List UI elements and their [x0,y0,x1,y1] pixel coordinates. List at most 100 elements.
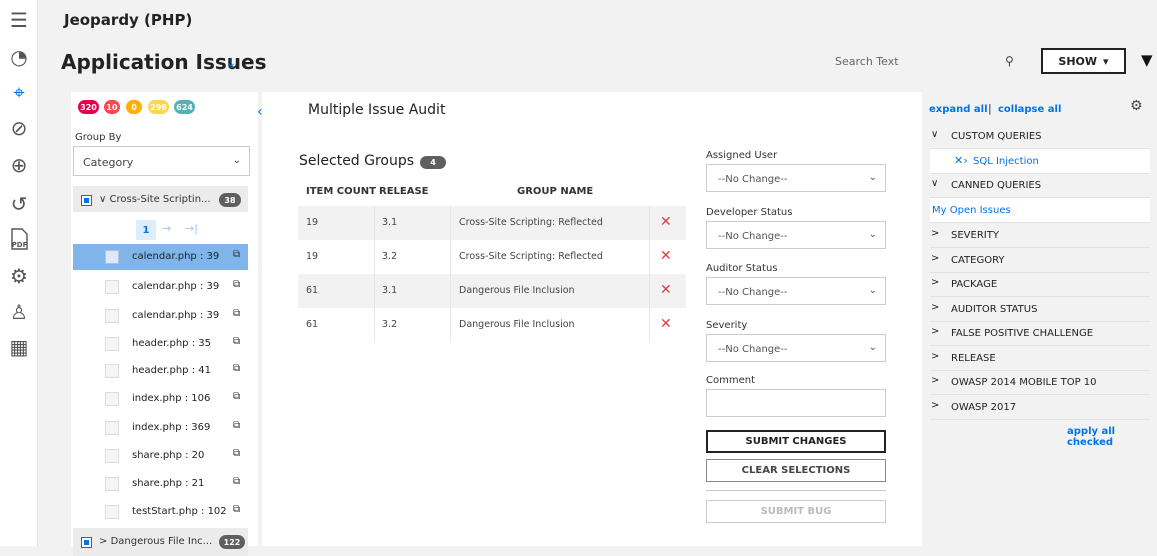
clear-selections-button[interactable]: CLEAR SELECTIONS [706,459,886,482]
file-checkbox[interactable] [105,309,119,323]
high-count-badge[interactable]: 10 [104,100,120,114]
dashboard-icon[interactable]: ◔ [7,45,31,69]
collapse-all-link[interactable]: collapse all [998,104,1061,115]
apply-all-checked-link[interactable]: apply all checked [1067,426,1157,448]
copy-icon[interactable]: ⧉ [233,504,240,515]
canned-queries-section[interactable]: ∨ CANNED QUERIES [930,174,1150,198]
group-count-badge: 122 [219,535,245,549]
copy-icon[interactable]: ⧉ [233,476,240,487]
nav-rail: ☰ ◔ ⌖ ⊘ ⊕ ↺ PDF ⚙ ♙ ▦ [0,0,38,546]
chevron-right-icon: > [931,228,940,239]
owasp-2017-filter[interactable]: > OWASP 2017 [930,396,1150,420]
release-cell: 3.2 [382,251,398,262]
filter-icon[interactable]: ▼ [1141,51,1153,69]
search-input[interactable]: Search Text [835,55,899,68]
gauge-icon[interactable]: ⊘ [7,116,31,140]
download-icon[interactable]: ⤓ [228,55,234,71]
assigned-user-select[interactable]: --No Change-- ⌄ [706,164,886,192]
severity-filter[interactable]: > SEVERITY [930,224,1150,248]
file-checkbox[interactable] [105,337,119,351]
history-icon[interactable]: ↺ [7,192,31,216]
copy-icon[interactable]: ⧉ [233,420,240,431]
file-row[interactable]: share.php : 21 ⧉ [73,471,248,497]
file-label: calendar.php : 39 [132,310,220,321]
file-row[interactable]: testStart.php : 102 ⧉ [73,499,248,525]
file-row[interactable]: index.php : 369 ⧉ [73,415,248,441]
category-filter[interactable]: > CATEGORY [930,249,1150,273]
group-checkbox[interactable] [81,195,92,206]
pdf-icon[interactable]: PDF [7,227,31,251]
copy-icon[interactable]: ⧉ [233,279,240,290]
release-filter[interactable]: > RELEASE [930,347,1150,371]
file-checkbox[interactable] [105,250,119,264]
file-checkbox[interactable] [105,477,119,491]
total-count-badge[interactable]: 624 [174,100,195,114]
group-by-value: Category [83,156,134,169]
file-checkbox[interactable] [105,449,119,463]
medium-count-badge[interactable]: 0 [126,100,142,114]
false-positive-challenge-filter[interactable]: > FALSE POSITIVE CHALLENGE [930,322,1150,346]
gear-icon[interactable]: ⚙ [1130,98,1143,114]
auditor-status-select[interactable]: --No Change-- ⌄ [706,277,886,305]
sql-injection-query[interactable]: ✕› SQL Injection [930,149,1150,174]
owasp-2014-mobile-filter[interactable]: > OWASP 2014 MOBILE TOP 10 [930,371,1150,395]
show-button[interactable]: SHOW ▾ [1041,48,1126,74]
users-key-icon[interactable]: ♙ [7,300,31,324]
copy-icon[interactable]: ⧉ [233,391,240,402]
file-row[interactable]: header.php : 35 ⧉ [73,331,248,357]
app-name[interactable]: Jeopardy (PHP) [64,11,192,29]
submit-bug-button[interactable]: SUBMIT BUG [706,500,886,523]
file-checkbox[interactable] [105,392,119,406]
group-row[interactable]: > Dangerous File Inc... 122 [73,528,248,556]
copy-icon[interactable]: ⧉ [233,249,240,260]
column-header-item-count: ITEM COUNT [306,186,376,197]
item-count-cell: 61 [306,285,319,296]
copy-icon[interactable]: ⧉ [233,448,240,459]
group-row[interactable]: ∨ Cross-Site Scriptin... 38 [73,186,248,214]
severity-select[interactable]: --No Change-- ⌄ [706,334,886,362]
copy-icon[interactable]: ⧉ [233,336,240,347]
file-row[interactable]: calendar.php : 39 ⧉ [73,244,248,270]
page-title: Application Issues [61,50,267,74]
developer-status-select[interactable]: --No Change-- ⌄ [706,221,886,249]
filter-label: OWASP 2017 [951,402,1017,413]
file-checkbox[interactable] [105,421,119,435]
page-button[interactable]: 1 [136,220,156,240]
file-row[interactable]: share.php : 20 ⧉ [73,443,248,469]
settings-icon[interactable]: ⚙ [7,264,31,288]
clipboard-icon[interactable]: ▦ [7,335,31,359]
group-checkbox[interactable] [81,537,92,548]
file-checkbox[interactable] [105,364,119,378]
remove-icon[interactable]: ✕ [660,214,672,230]
low-count-badge[interactable]: 296 [148,100,169,114]
globe-search-icon[interactable]: ⊕ [7,153,31,177]
custom-queries-section[interactable]: ∨ CUSTOM QUERIES [930,125,1150,149]
critical-count-badge[interactable]: 320 [78,100,99,114]
expand-all-link[interactable]: expand all [929,104,988,115]
menu-icon[interactable]: ☰ [7,8,31,32]
remove-icon[interactable]: ✕ [660,316,672,332]
package-filter[interactable]: > PACKAGE [930,273,1150,297]
file-row[interactable]: index.php : 106 ⧉ [73,386,248,412]
search-icon[interactable]: ⚲ [1005,54,1014,68]
copy-icon[interactable]: ⧉ [233,363,240,374]
file-checkbox[interactable] [105,505,119,519]
file-checkbox[interactable] [105,280,119,294]
copy-icon[interactable]: ⧉ [233,308,240,319]
remove-icon[interactable]: ✕ [660,248,672,264]
next-page-icon[interactable]: → [162,222,171,235]
target-icon[interactable]: ⌖ [7,80,31,104]
file-label: index.php : 369 [132,422,211,433]
file-row[interactable]: calendar.php : 39 ⧉ [73,274,248,300]
assigned-user-value: --No Change-- [718,174,788,185]
file-row[interactable]: header.php : 41 ⧉ [73,358,248,384]
remove-icon[interactable]: ✕ [660,282,672,298]
filter-label: OWASP 2014 MOBILE TOP 10 [951,377,1097,388]
last-page-icon[interactable]: →| [185,222,198,235]
group-by-select[interactable]: Category ⌄ [73,146,250,176]
auditor-status-filter[interactable]: > AUDITOR STATUS [930,298,1150,322]
submit-changes-button[interactable]: SUBMIT CHANGES [706,430,886,453]
my-open-issues-query[interactable]: My Open Issues [930,198,1150,223]
comment-field[interactable] [706,389,886,417]
file-row[interactable]: calendar.php : 39 ⧉ [73,303,248,329]
